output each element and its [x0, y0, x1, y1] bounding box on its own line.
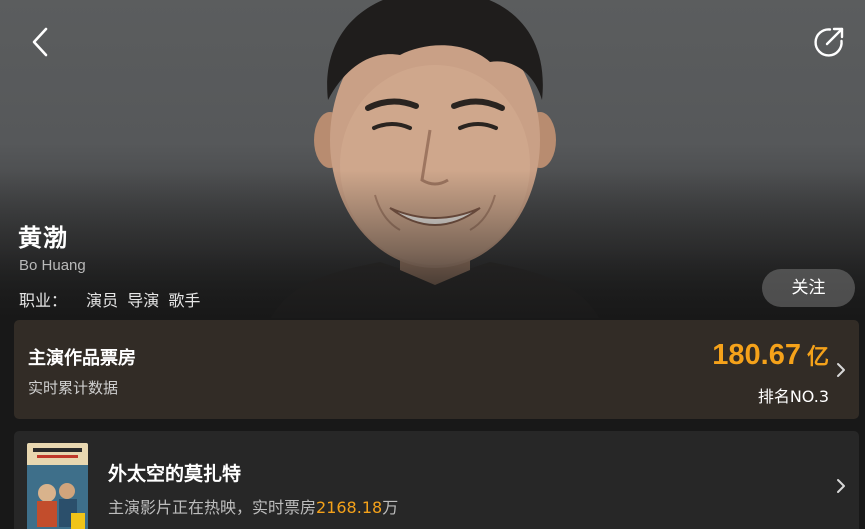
box-office-total: 180.67 亿	[712, 339, 829, 372]
box-office-rank: 排名NO.3	[757, 387, 829, 406]
chevron-right-icon	[837, 479, 845, 493]
actor-profile-page: 黄渤 Bo Huang 职业： 演员 导演 歌手 关注 主演作品票房 实时累计数…	[0, 0, 865, 529]
profession-label: 职业：	[19, 291, 68, 310]
box-office-subtitle: 实时累计数据	[28, 379, 119, 397]
movie-title: 外太空的莫扎特	[108, 463, 242, 485]
back-button[interactable]	[22, 24, 58, 60]
profession-row: 职业： 演员 导演 歌手	[19, 287, 204, 311]
follow-button[interactable]: 关注	[762, 269, 855, 307]
movie-box-office-value: 2168.18	[316, 498, 383, 517]
movie-poster	[27, 443, 88, 529]
profession-item: 演员	[86, 291, 119, 310]
movie-status: 主演影片正在热映，实时票房2168.18万	[108, 494, 398, 518]
share-icon	[814, 27, 844, 57]
chevron-right-icon	[837, 363, 845, 377]
now-showing-card[interactable]: 外太空的莫扎特 主演影片正在热映，实时票房2168.18万	[14, 431, 859, 529]
actor-name-english: Bo Huang	[19, 257, 86, 274]
chevron-left-icon	[32, 27, 48, 57]
profession-item: 导演	[127, 291, 160, 310]
box-office-unit: 亿	[806, 345, 829, 370]
profession-item: 歌手	[168, 291, 201, 310]
box-office-value: 180.67	[712, 339, 801, 371]
profile-header: 黄渤 Bo Huang 职业： 演员 导演 歌手 关注	[0, 0, 865, 318]
box-office-title: 主演作品票房	[28, 348, 136, 369]
poster-image	[27, 443, 88, 529]
movie-box-office-unit: 万	[382, 498, 399, 517]
box-office-card[interactable]: 主演作品票房 实时累计数据 180.67 亿 排名NO.3	[14, 320, 859, 419]
actor-name-chinese: 黄渤	[18, 224, 68, 252]
share-button[interactable]	[811, 24, 847, 60]
movie-status-text: 主演影片正在热映，实时票房	[108, 498, 317, 517]
